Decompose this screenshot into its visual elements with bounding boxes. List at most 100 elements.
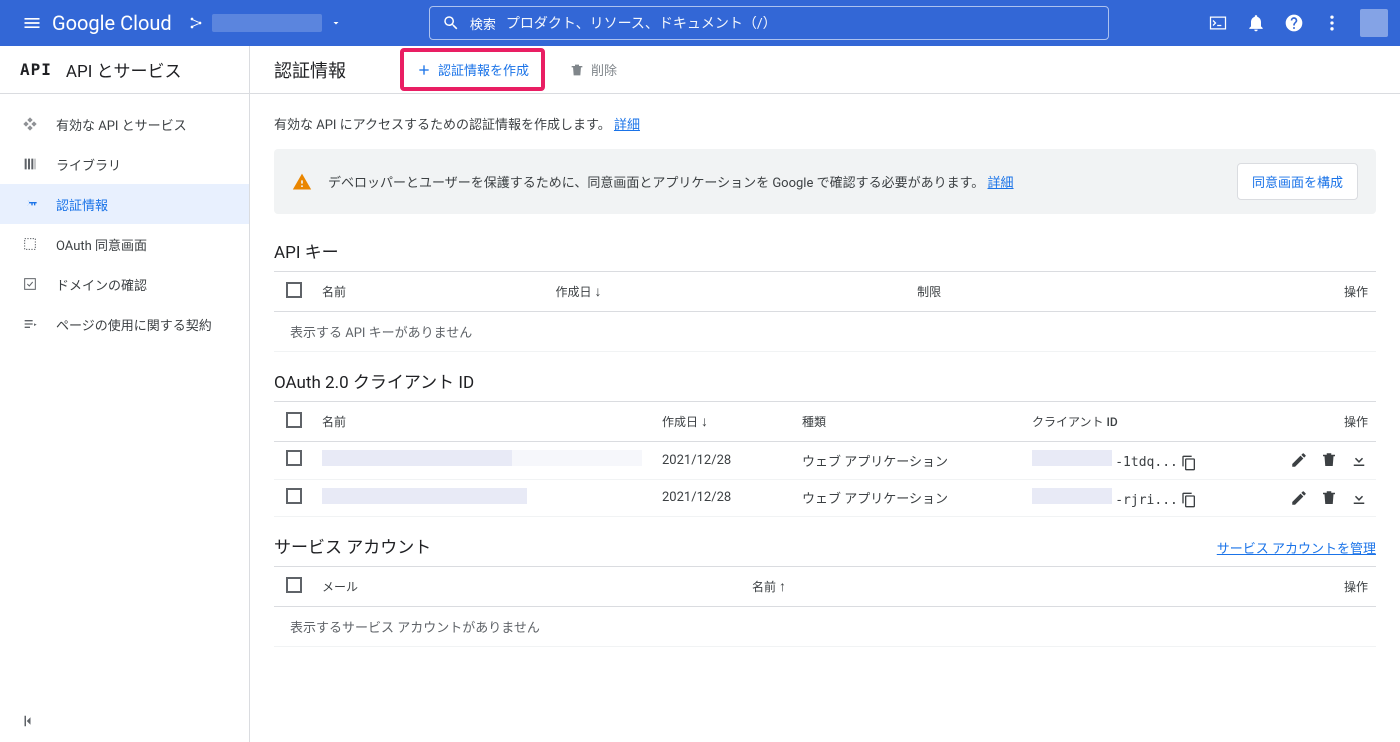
main-content: 認証情報 認証情報を作成 削除 有効な API にアクセスするための認証情報を作…	[250, 46, 1400, 742]
trash-icon[interactable]	[1320, 489, 1338, 507]
verify-icon	[20, 276, 40, 292]
more-icon[interactable]	[1322, 13, 1342, 33]
table-row: 2021/12/28 ウェブ アプリケーション -1tdq...	[274, 442, 1376, 480]
checkbox-all-sa[interactable]	[286, 577, 302, 593]
copy-icon[interactable]	[1181, 455, 1197, 471]
sidebar-title: API とサービス	[66, 57, 182, 82]
checkbox-all-apikeys[interactable]	[286, 282, 302, 298]
project-selector[interactable]	[188, 14, 342, 32]
redacted-name[interactable]	[322, 450, 512, 466]
sa-empty: 表示するサービス アカウントがありません	[274, 607, 1376, 647]
key-icon	[20, 196, 40, 212]
page-toolbar: 認証情報 認証情報を作成 削除	[250, 46, 1400, 94]
search-placeholder: プロダクト、リソース、ドキュメント（/）	[506, 13, 777, 33]
oauth-table: 名前 作成日 ↓ 種類 クライアント ID 操作 2021/12/28 ウェブ …	[274, 401, 1376, 517]
cloud-shell-icon[interactable]	[1208, 13, 1228, 33]
checkbox-all-oauth[interactable]	[286, 412, 302, 428]
sidebar-item-label: OAuth 同意画面	[56, 235, 147, 254]
diamond-icon	[20, 116, 40, 132]
col-name[interactable]: 名前	[314, 402, 654, 442]
delete-button[interactable]: 削除	[569, 60, 617, 79]
redacted-name[interactable]	[322, 488, 527, 504]
search-icon	[442, 14, 460, 32]
search-box[interactable]: 検索 プロダクト、リソース、ドキュメント（/）	[429, 6, 1109, 40]
sort-down-icon: ↓	[594, 284, 601, 300]
chevron-down-icon	[330, 17, 342, 29]
cell-created: 2021/12/28	[654, 442, 794, 480]
page-title: 認証情報	[274, 57, 346, 83]
header-actions	[1208, 9, 1388, 37]
sidebar: API API とサービス 有効な API とサービス ライブラリ 認証情報 O…	[0, 46, 250, 742]
sidebar-item-label: 有効な API とサービス	[56, 115, 187, 134]
search-container: 検索 プロダクト、リソース、ドキュメント（/）	[342, 6, 1196, 40]
cell-type: ウェブ アプリケーション	[794, 442, 1024, 480]
edit-icon[interactable]	[1290, 489, 1308, 507]
create-credentials-button[interactable]: 認証情報を作成	[404, 52, 541, 87]
warning-banner: デベロッパーとユーザーを保護するために、同意画面とアプリケーションを Googl…	[274, 149, 1376, 214]
sidebar-item-label: ドメインの確認	[56, 275, 147, 294]
sidebar-item-domain-verify[interactable]: ドメインの確認	[0, 264, 249, 304]
col-type[interactable]: 種類	[794, 402, 1024, 442]
plus-icon	[416, 62, 432, 78]
service-accounts-table: メール 名前 ↑ 操作 表示するサービス アカウントがありません	[274, 566, 1376, 647]
col-name[interactable]: 名前	[314, 272, 547, 312]
delete-button-label: 削除	[591, 60, 617, 79]
col-created[interactable]: 作成日 ↓	[654, 402, 794, 442]
terms-icon	[20, 316, 40, 332]
col-name[interactable]: 名前 ↑	[744, 567, 1095, 607]
library-icon	[20, 156, 40, 172]
gcp-logo[interactable]: Google Cloud	[52, 11, 172, 35]
configure-consent-button[interactable]: 同意画面を構成	[1237, 163, 1358, 200]
cell-created: 2021/12/28	[654, 479, 794, 517]
sidebar-item-label: ライブラリ	[56, 155, 121, 174]
banner-link[interactable]: 詳細	[988, 176, 1014, 191]
edit-icon[interactable]	[1290, 451, 1308, 469]
client-id-suffix: -1tdq...	[1115, 455, 1178, 470]
sidebar-item-label: 認証情報	[56, 195, 108, 214]
download-icon[interactable]	[1350, 451, 1368, 469]
download-icon[interactable]	[1350, 489, 1368, 507]
sidebar-item-terms[interactable]: ページの使用に関する契約	[0, 304, 249, 344]
section-title-oauth: OAuth 2.0 クライアント ID	[274, 368, 1376, 393]
row-checkbox[interactable]	[286, 450, 302, 466]
col-ops: 操作	[1256, 402, 1376, 442]
collapse-sidebar-icon[interactable]	[20, 712, 38, 730]
redacted-id	[1032, 450, 1112, 466]
sidebar-item-library[interactable]: ライブラリ	[0, 144, 249, 184]
section-title-api-keys: API キー	[274, 238, 1376, 263]
sort-up-icon: ↑	[779, 579, 786, 595]
col-created[interactable]: 作成日 ↓	[547, 272, 909, 312]
sidebar-header[interactable]: API API とサービス	[0, 46, 249, 94]
search-label: 検索	[470, 14, 496, 33]
col-ops: 操作	[1143, 272, 1376, 312]
help-icon[interactable]	[1284, 13, 1304, 33]
avatar[interactable]	[1360, 9, 1388, 37]
client-id-suffix: -rjri...	[1115, 493, 1178, 508]
col-ops: 操作	[1095, 567, 1376, 607]
menu-icon[interactable]	[12, 13, 52, 33]
copy-icon[interactable]	[1181, 492, 1197, 508]
description-link[interactable]: 詳細	[614, 118, 640, 133]
top-header: Google Cloud 検索 プロダクト、リソース、ドキュメント（/）	[0, 0, 1400, 46]
row-checkbox[interactable]	[286, 488, 302, 504]
project-name-redacted	[212, 14, 322, 32]
api-keys-table: 名前 作成日 ↓ 制限 操作 表示する API キーがありません	[274, 271, 1376, 352]
page-description: 有効な API にアクセスするための認証情報を作成します。 詳細	[274, 114, 1376, 133]
trash-icon[interactable]	[1320, 451, 1338, 469]
col-email[interactable]: メール	[314, 567, 744, 607]
section-title-service-accounts: サービス アカウント	[274, 533, 431, 558]
manage-service-accounts-link[interactable]: サービス アカウントを管理	[1217, 538, 1376, 557]
create-button-label: 認証情報を作成	[438, 60, 529, 79]
table-row: 2021/12/28 ウェブ アプリケーション -rjri...	[274, 479, 1376, 517]
sidebar-item-oauth-consent[interactable]: OAuth 同意画面	[0, 224, 249, 264]
cell-type: ウェブ アプリケーション	[794, 479, 1024, 517]
col-restriction[interactable]: 制限	[909, 272, 1142, 312]
sidebar-item-credentials[interactable]: 認証情報	[0, 184, 249, 224]
trash-icon	[569, 62, 585, 78]
warning-icon	[292, 172, 312, 192]
notifications-icon[interactable]	[1246, 13, 1266, 33]
col-client-id[interactable]: クライアント ID	[1024, 402, 1256, 442]
project-icon	[188, 15, 204, 31]
sidebar-item-enabled-apis[interactable]: 有効な API とサービス	[0, 104, 249, 144]
sort-down-icon: ↓	[701, 414, 708, 430]
